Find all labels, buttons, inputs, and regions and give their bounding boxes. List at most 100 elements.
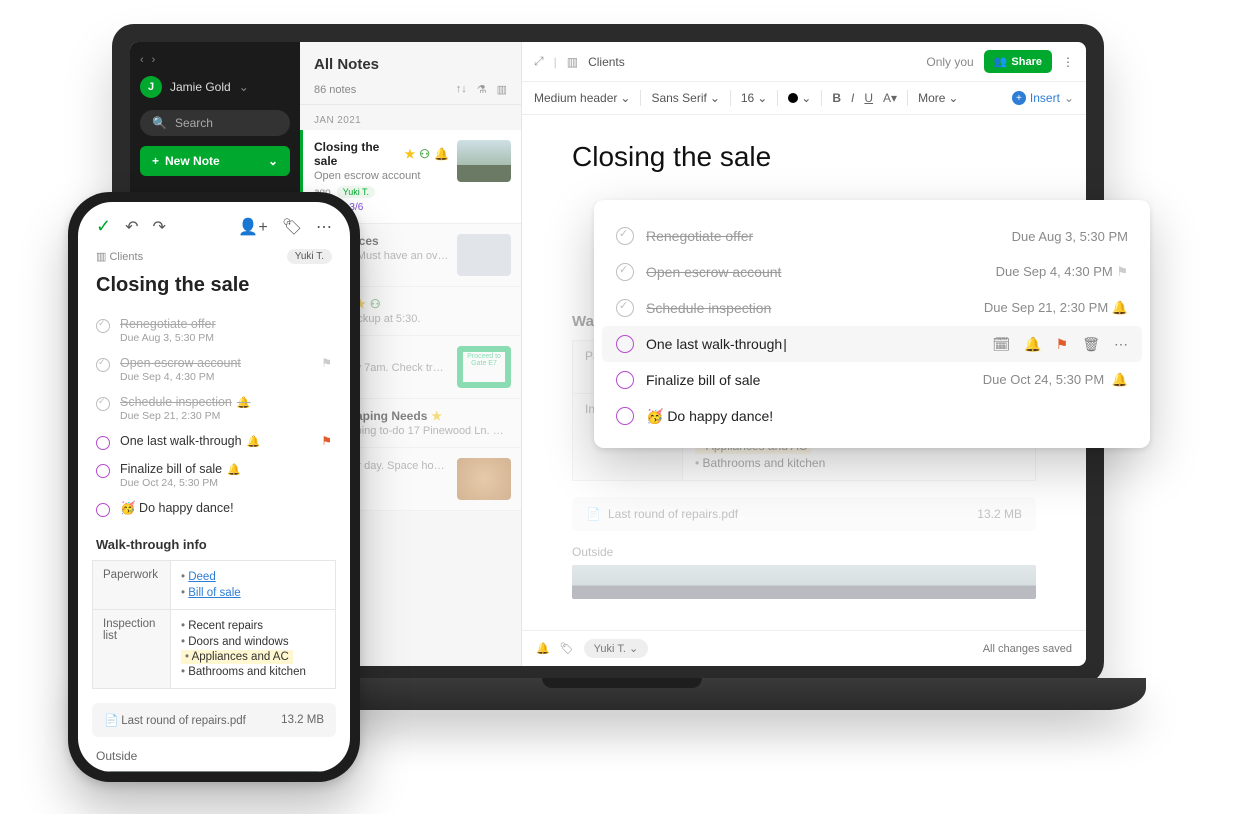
list-title: All Notes (314, 56, 507, 73)
assignee-chip[interactable]: Yuki T. ⌄ (584, 639, 649, 658)
filter-icon[interactable]: ⚗ (477, 83, 487, 96)
task-checkbox[interactable] (96, 503, 110, 517)
mobile-app: ✓ ↶ ↷ 👤+ 🏷 ⋯ ▥ Clients Yuki T. Closing t… (78, 202, 350, 772)
heading-dropdown[interactable]: Medium header⌄ (534, 91, 630, 105)
section-heading: Walk-through info (78, 523, 350, 560)
bell-icon: 🔔 (227, 463, 241, 476)
image (572, 565, 1036, 599)
assignee-chip[interactable]: Yuki T. (287, 249, 332, 264)
user-name: Jamie Gold (170, 80, 231, 94)
task-checkbox[interactable] (96, 436, 110, 450)
bell-icon: 🔔 (1108, 372, 1128, 387)
task-row-active[interactable]: One last walk-through 🗓 🔔 ⚑ 🗑 ⋯ (602, 326, 1142, 362)
chevron-down-icon: ⌄ (268, 154, 278, 168)
calendar-icon[interactable]: 🗓 (992, 336, 1010, 353)
breadcrumb[interactable]: Clients (109, 251, 143, 263)
expand-icon[interactable]: ⤢ (534, 54, 544, 69)
task-list: Renegotiate offer Due Aug 3, 5:30 PM Ope… (78, 311, 350, 523)
task-popover: Renegotiate offer Due Aug 3, 5:30 PM Ope… (594, 200, 1150, 448)
more-icon[interactable]: ⋮ (1062, 55, 1074, 69)
undo-icon[interactable]: ↶ (125, 217, 138, 237)
pdf-icon: 📄 (104, 713, 118, 727)
view-icon[interactable]: ▥ (497, 83, 507, 96)
sort-icon[interactable]: ↑↓ (456, 83, 467, 96)
link[interactable]: Deed (188, 571, 216, 583)
task-row[interactable]: Schedule inspection 🔔 Due Sep 21, 2:30 P… (92, 389, 336, 428)
nav-back-icon[interactable]: ‹ (140, 54, 144, 66)
task-row[interactable]: One last walk-through 🔔 ⚑ (92, 428, 336, 456)
task-row[interactable]: Renegotiate offer Due Aug 3, 5:30 PM (92, 311, 336, 350)
task-row[interactable]: Open escrow account Due Sep 4, 4:30 PM ⚑ (602, 254, 1142, 290)
add-person-icon[interactable]: 👤+ (238, 217, 267, 237)
people-icon: ⚇ (370, 297, 381, 311)
task-checkbox[interactable] (616, 299, 634, 317)
attachment[interactable]: 📄Last round of repairs.pdf 13.2 MB (572, 497, 1036, 531)
task-checkbox[interactable] (616, 407, 634, 425)
task-checkbox[interactable] (616, 335, 634, 353)
only-you-label: Only you (926, 55, 973, 69)
bold-button[interactable]: B (832, 91, 841, 105)
mobile-toolbar: ✓ ↶ ↷ 👤+ 🏷 ⋯ (78, 202, 350, 243)
pdf-icon: 📄 (586, 507, 600, 521)
task-row[interactable]: Finalize bill of sale Due Oct 24, 5:30 P… (602, 362, 1142, 398)
font-dropdown[interactable]: Sans Serif⌄ (651, 91, 719, 105)
task-row[interactable]: Schedule inspection Due Sep 21, 2:30 PM … (602, 290, 1142, 326)
format-toolbar: Medium header⌄ Sans Serif⌄ 16⌄ ⌄ B I U A… (522, 82, 1086, 115)
new-note-button[interactable]: +New Note ⌄ (140, 146, 290, 176)
user-menu[interactable]: J Jamie Gold ⌄ (140, 76, 290, 98)
redo-icon[interactable]: ↷ (153, 217, 166, 237)
task-checkbox[interactable] (96, 397, 110, 411)
fontsize-dropdown[interactable]: 16⌄ (741, 91, 767, 105)
task-input[interactable]: One last walk-through (646, 336, 980, 352)
plus-icon: + (1012, 91, 1026, 105)
bell-icon: 🔔 (237, 396, 251, 409)
task-checkbox[interactable] (96, 319, 110, 333)
tag-icon[interactable]: 🏷 (560, 642, 574, 655)
notebook-icon: ▥ (567, 55, 578, 69)
attachment[interactable]: 📄 Last round of repairs.pdf 13.2 MB (92, 703, 336, 737)
note-title[interactable]: Closing the sale (78, 268, 350, 311)
task-row[interactable]: Open escrow account Due Sep 4, 4:30 PM ⚑ (92, 350, 336, 389)
reminder-icon[interactable]: 🔔 (536, 642, 550, 655)
people-icon: 👥 (994, 55, 1008, 68)
italic-button[interactable]: I (851, 91, 854, 105)
task-checkbox[interactable] (616, 371, 634, 389)
more-dropdown[interactable]: More⌄ (918, 91, 958, 105)
nav-fwd-icon[interactable]: › (152, 54, 156, 66)
breadcrumb[interactable]: Clients (588, 55, 625, 69)
task-checkbox[interactable] (616, 227, 634, 245)
note-title[interactable]: Closing the sale (572, 141, 1036, 173)
bell-icon[interactable]: 🔔 (1024, 336, 1041, 353)
task-row[interactable]: Finalize bill of sale 🔔 Due Oct 24, 5:30… (92, 456, 336, 495)
trash-icon[interactable]: 🗑 (1082, 336, 1100, 353)
more-icon[interactable]: ⋯ (316, 217, 332, 237)
note-thumbnail (457, 458, 511, 500)
underline-button[interactable]: U (864, 91, 873, 105)
search-placeholder: Search (175, 116, 213, 130)
insert-button[interactable]: + Insert⌄ (1012, 91, 1074, 105)
bell-icon: 🔔 (1112, 300, 1128, 315)
bell-icon: 🔔 (247, 435, 261, 448)
flag-icon[interactable]: ⚑ (1056, 336, 1069, 353)
highlight-button[interactable]: A▾ (883, 91, 897, 105)
info-table: Paperwork Deed Bill of sale Inspection l… (92, 560, 336, 689)
note-thumbnail (457, 140, 511, 182)
search-icon: 🔍 (152, 116, 167, 130)
bell-icon: 🔔 (434, 147, 449, 161)
task-row[interactable]: 🥳 Do happy dance! (602, 398, 1142, 434)
task-row[interactable]: 🥳 Do happy dance! (92, 495, 336, 523)
reminder-icon[interactable]: 🏷 (282, 217, 302, 237)
share-button[interactable]: 👥 Share (984, 50, 1052, 73)
task-checkbox[interactable] (616, 263, 634, 281)
search-input[interactable]: 🔍 Search (140, 110, 290, 136)
more-icon[interactable]: ⋯ (1114, 336, 1128, 353)
star-icon: ★ (405, 147, 416, 161)
task-checkbox[interactable] (96, 358, 110, 372)
task-row[interactable]: Renegotiate offer Due Aug 3, 5:30 PM (602, 218, 1142, 254)
link[interactable]: Bill of sale (188, 587, 240, 599)
done-icon[interactable]: ✓ (96, 216, 111, 237)
color-dropdown[interactable]: ⌄ (788, 91, 811, 105)
task-checkbox[interactable] (96, 464, 110, 478)
section-label: Outside (96, 749, 332, 763)
flag-icon: ⚑ (1116, 264, 1128, 279)
